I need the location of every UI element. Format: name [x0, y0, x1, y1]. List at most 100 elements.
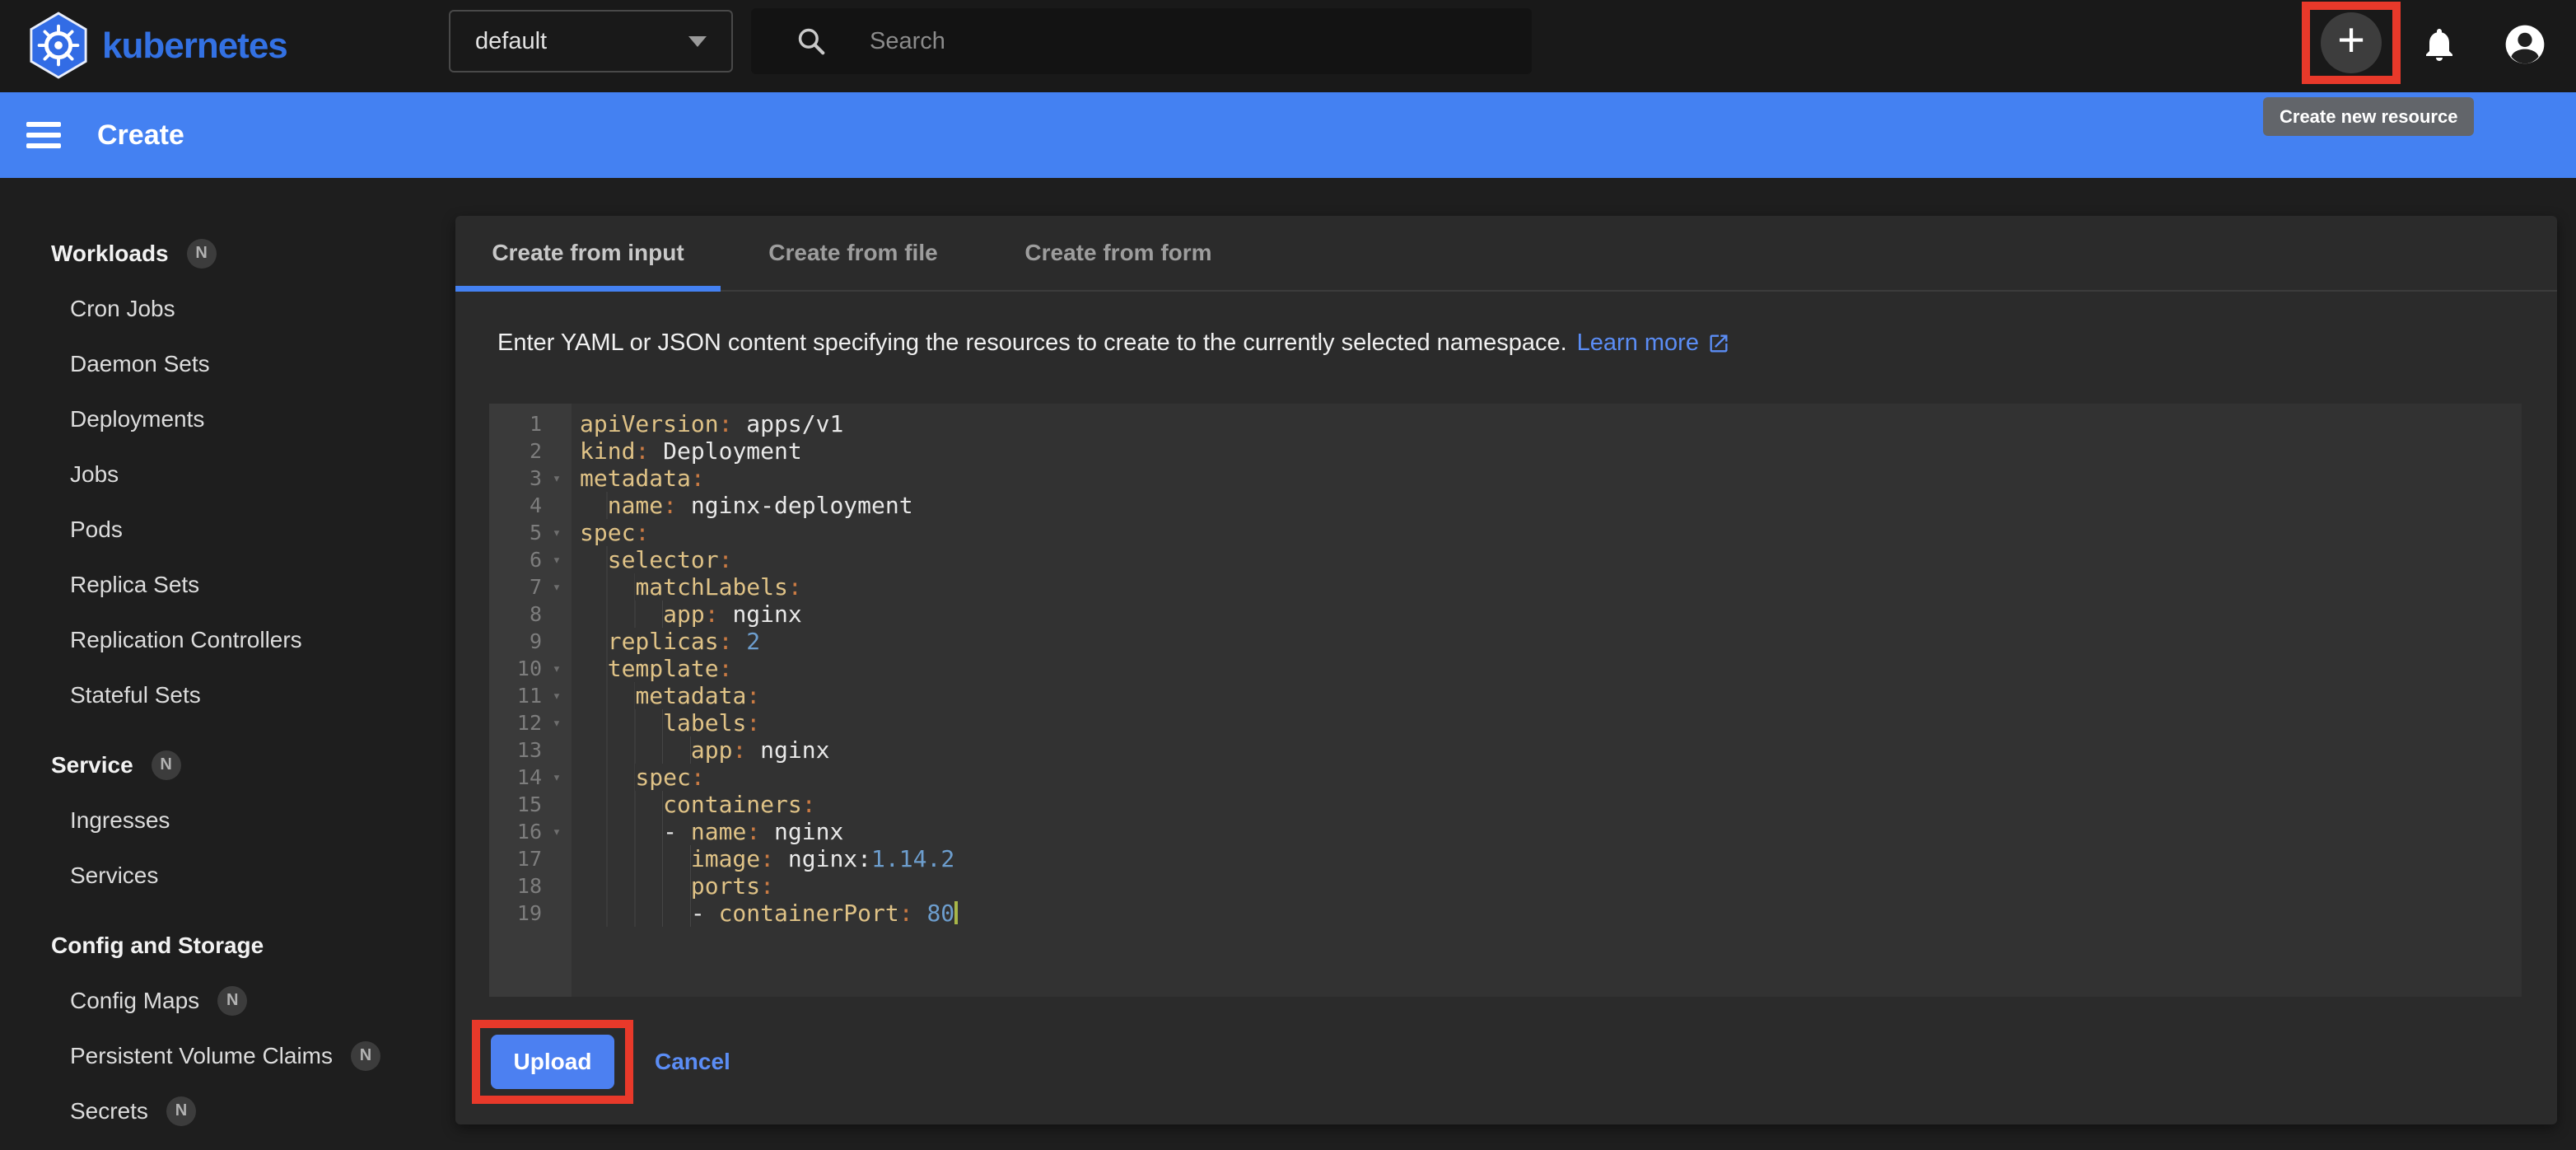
description-text: Enter YAML or JSON content specifying th… [497, 330, 1567, 357]
code-line-11: metadata: [580, 682, 2522, 709]
code-token-ws [580, 628, 608, 655]
tab-create-from-form[interactable]: Create from form [986, 216, 1251, 290]
line-number: 1 [489, 412, 542, 436]
sidebar-navigation: WorkloadsNCron JobsDaemon SetsDeployment… [0, 178, 455, 1150]
sidebar-item-jobs[interactable]: Jobs [0, 446, 455, 502]
code-token-text: nginx [719, 601, 802, 628]
tab-create-from-file[interactable]: Create from file [721, 216, 986, 290]
tab-create-from-input[interactable]: Create from input [455, 216, 721, 290]
code-line-6: selector: [580, 546, 2522, 573]
code-token-punc: : [691, 764, 705, 791]
code-line-1: apiVersion: apps/v1 [580, 410, 2522, 437]
fold-arrow-icon[interactable]: ▾ [542, 579, 572, 596]
code-token-punc: : [635, 519, 649, 546]
cancel-button[interactable]: Cancel [655, 1035, 730, 1089]
sidebar-header-label: Config and Storage [51, 933, 264, 959]
sidebar-item-pods[interactable]: Pods [0, 502, 455, 557]
external-link-icon [1707, 332, 1730, 355]
code-line-10: template: [580, 655, 2522, 682]
sidebar-item-label: Replica Sets [70, 572, 199, 598]
namespace-selector[interactable]: default [449, 10, 733, 72]
notifications-bell-icon[interactable] [2420, 21, 2459, 68]
code-line-8: app: nginx [580, 601, 2522, 628]
code-token-key: name [691, 818, 746, 845]
sidebar-item-label: Jobs [70, 461, 119, 488]
code-token-punc: : [635, 437, 649, 465]
gutter-row-6: 6▾ [489, 546, 572, 573]
menu-hamburger-icon[interactable] [26, 122, 61, 148]
code-token-ws [580, 900, 691, 927]
sidebar-item-cron-jobs[interactable]: Cron Jobs [0, 281, 455, 336]
sidebar-group-service: ServiceNIngressesServices [0, 737, 455, 903]
code-token-key: app [691, 736, 733, 764]
code-token-text: nginx [746, 736, 829, 764]
code-token-punc: : [788, 573, 802, 601]
line-number: 8 [489, 602, 542, 626]
gutter-row-7: 7▾ [489, 573, 572, 601]
fold-arrow-icon[interactable]: ▾ [542, 824, 572, 840]
gutter-row-11: 11▾ [489, 682, 572, 709]
fold-arrow-icon[interactable]: ▾ [542, 661, 572, 677]
fold-arrow-icon[interactable]: ▾ [542, 470, 572, 487]
kubernetes-logo-icon[interactable] [28, 12, 89, 81]
learn-more-link[interactable]: Learn more [1577, 330, 1730, 357]
code-line-14: spec: [580, 764, 2522, 791]
gutter-row-19: 19 [489, 900, 572, 927]
code-token-punc: : [899, 900, 913, 927]
code-line-7: matchLabels: [580, 573, 2522, 601]
code-line-16: - name: nginx [580, 818, 2522, 845]
fold-arrow-icon[interactable]: ▾ [542, 525, 572, 541]
line-number: 17 [489, 847, 542, 871]
sidebar-item-replication-controllers[interactable]: Replication Controllers [0, 612, 455, 667]
sidebar-item-deployments[interactable]: Deployments [0, 391, 455, 446]
account-avatar-icon[interactable] [2502, 21, 2548, 68]
create-new-resource-button[interactable]: + [2321, 12, 2382, 73]
sidebar-item-stateful-sets[interactable]: Stateful Sets [0, 667, 455, 722]
code-token-num: 2 [732, 628, 760, 655]
code-token-punc: : [705, 601, 719, 628]
sidebar-item-persistent-volume-claims[interactable]: Persistent Volume ClaimsN [0, 1028, 455, 1083]
sidebar-item-replica-sets[interactable]: Replica Sets [0, 557, 455, 612]
code-token-key: matchLabels [635, 573, 787, 601]
sidebar-item-services[interactable]: Services [0, 848, 455, 903]
sidebar-item-ingresses[interactable]: Ingresses [0, 792, 455, 848]
editor-code-area[interactable]: apiVersion: apps/v1kind: Deploymentmetad… [572, 404, 2522, 997]
line-number: 11 [489, 684, 542, 708]
sidebar-item-secrets[interactable]: SecretsN [0, 1083, 455, 1138]
code-token-punc: : [719, 410, 733, 437]
sidebar-item-config-maps[interactable]: Config MapsN [0, 973, 455, 1028]
search-bar[interactable] [751, 8, 1532, 74]
fold-arrow-icon[interactable]: ▾ [542, 688, 572, 704]
sidebar-header-service[interactable]: ServiceN [0, 737, 455, 792]
sidebar-header-label: Service [51, 752, 133, 778]
code-token-ws [580, 682, 635, 709]
code-line-17: image: nginx:1.14.2 [580, 845, 2522, 872]
search-input[interactable] [870, 28, 1532, 55]
fold-arrow-icon[interactable]: ▾ [542, 769, 572, 786]
line-number: 18 [489, 874, 542, 898]
line-number: 5 [489, 521, 542, 545]
fold-arrow-icon[interactable]: ▾ [542, 552, 572, 568]
kubernetes-dashboard: { "colors": { "accent_blue": "#4481f2", … [0, 0, 2576, 1150]
brand-title[interactable]: kubernetes [102, 0, 287, 92]
code-token-punc: : [746, 682, 760, 709]
top-bar: kubernetes default + [0, 0, 2576, 92]
code-token-key: metadata [580, 465, 691, 492]
sidebar-header-config-and-storage[interactable]: Config and Storage [0, 918, 455, 973]
sidebar-item-label: Secrets [70, 1098, 148, 1124]
code-line-19: - containerPort: 80 [580, 900, 2522, 927]
code-token-punc: : [802, 791, 816, 818]
fold-arrow-icon[interactable]: ▾ [542, 715, 572, 732]
sidebar-item-daemon-sets[interactable]: Daemon Sets [0, 336, 455, 391]
code-token-ws [580, 709, 663, 736]
code-line-15: containers: [580, 791, 2522, 818]
new-badge: N [187, 239, 217, 269]
code-token-ws [580, 601, 663, 628]
code-token-key: labels [663, 709, 746, 736]
upload-button[interactable]: Upload [491, 1035, 614, 1089]
sidebar-header-workloads[interactable]: WorkloadsN [0, 226, 455, 281]
code-token-key: apiVersion [580, 410, 719, 437]
code-token-ws [580, 573, 635, 601]
code-token-key: selector [608, 546, 719, 573]
line-number: 7 [489, 575, 542, 599]
